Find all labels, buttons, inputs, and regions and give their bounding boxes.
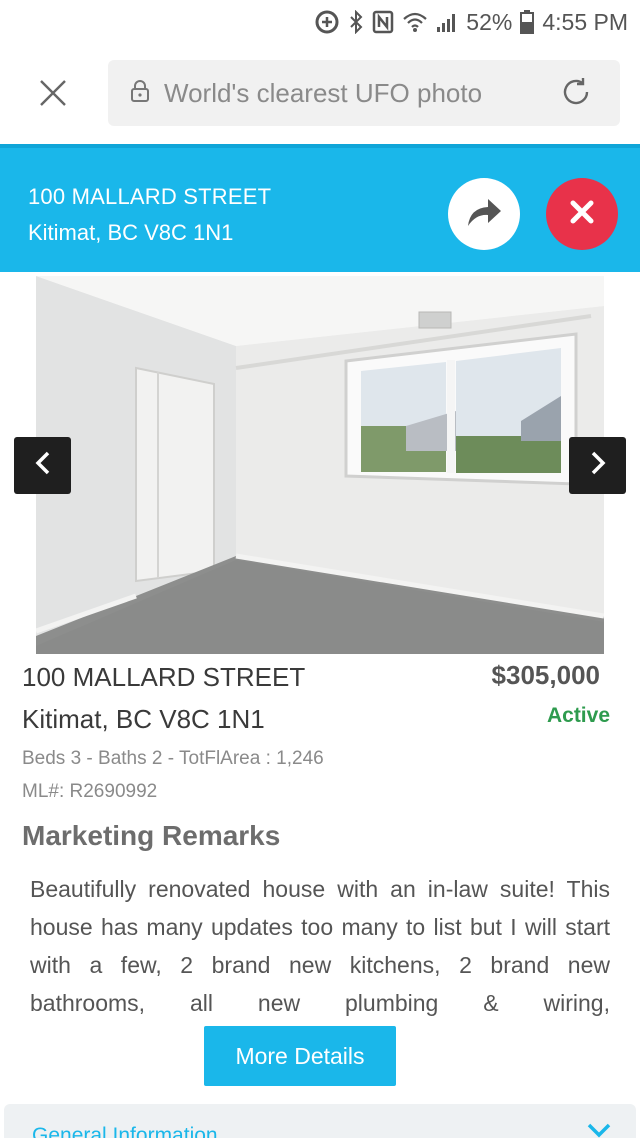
chevron-left-icon [33, 450, 53, 481]
nfc-icon [372, 10, 394, 34]
close-icon [568, 198, 596, 231]
remarks-text: Beautifully renovated house with an in-l… [30, 876, 610, 1016]
status-bar: 52% 4:55 PM [0, 0, 640, 44]
listing-photo[interactable] [36, 276, 604, 654]
url-bar[interactable]: World's clearest UFO photo [108, 60, 620, 126]
bluetooth-icon [348, 10, 364, 34]
clock-time: 4:55 PM [542, 8, 628, 35]
reload-icon [559, 75, 593, 114]
wifi-icon [402, 11, 428, 33]
listing-street: 100 MALLARD STREET [22, 662, 306, 692]
signal-icon [436, 11, 458, 33]
browser-toolbar: World's clearest UFO photo [0, 44, 640, 144]
battery-icon [520, 10, 535, 34]
chevron-right-icon [588, 450, 608, 481]
next-photo-button[interactable] [569, 437, 626, 494]
close-listing-button[interactable] [546, 178, 618, 250]
listing-city: Kitimat, BC V8C 1N1 [22, 704, 265, 734]
reload-button[interactable] [558, 76, 594, 112]
chevron-down-icon [586, 1122, 612, 1138]
close-tab-button[interactable] [32, 74, 74, 116]
remarks-title: Marketing Remarks [22, 820, 281, 851]
listing-specs: Beds 3 - Baths 2 - TotFlArea : 1,246 [22, 748, 324, 769]
listing-header-banner: 100 MALLARD STREET Kitimat, BC V8C 1N1 [0, 144, 640, 272]
share-button[interactable] [448, 178, 520, 250]
status-badge: Active [546, 704, 610, 727]
more-details-button[interactable]: More Details [204, 1026, 396, 1086]
url-text: World's clearest UFO photo [164, 77, 483, 108]
share-arrow-icon [464, 194, 504, 235]
previous-photo-button[interactable] [14, 437, 71, 494]
banner-city: Kitimat, BC V8C 1N1 [28, 220, 234, 245]
data-saver-icon [314, 9, 340, 35]
close-icon [38, 78, 68, 113]
lock-icon [130, 79, 150, 108]
general-information-section[interactable]: General Information [4, 1104, 636, 1138]
general-information-label: General Information [32, 1124, 218, 1138]
battery-percent: 52% [466, 8, 513, 35]
listing-price: $305,000 [491, 660, 600, 690]
mls-number: ML#: R2690992 [22, 781, 158, 802]
banner-street: 100 MALLARD STREET [28, 184, 272, 209]
